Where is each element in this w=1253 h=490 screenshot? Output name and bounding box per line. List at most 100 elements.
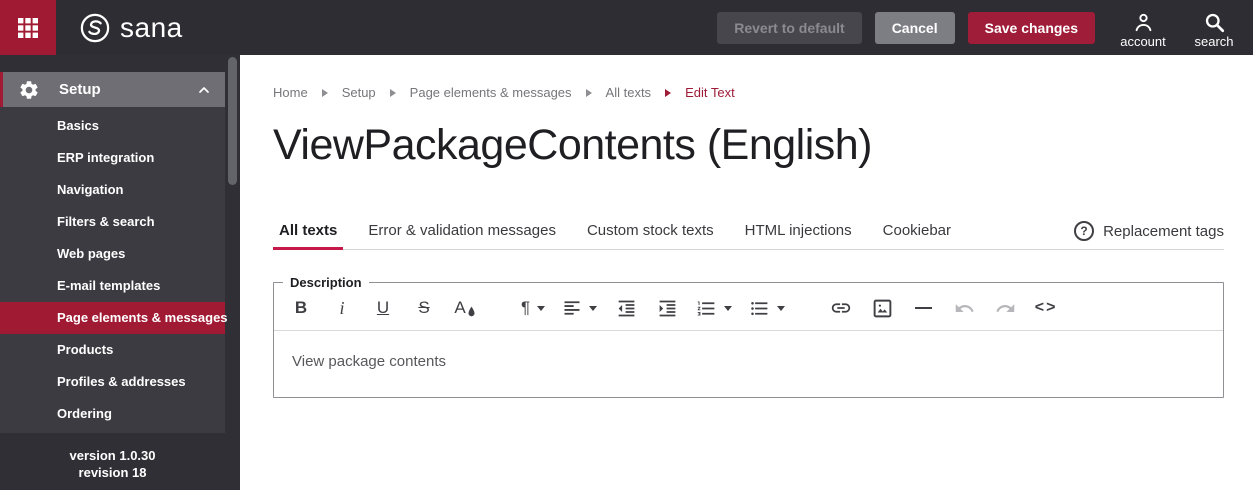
chevron-up-icon [196,82,212,98]
sidebar-item-basics[interactable]: Basics [0,110,225,142]
page-title: ViewPackageContents (English) [273,121,873,169]
ordered-list-icon [697,301,715,315]
breadcrumb-arrow-icon [389,88,396,97]
dropdown-caret-icon [589,305,598,311]
sidebar-section-setup[interactable]: Setup [0,72,225,107]
sidebar-item-filters-search[interactable]: Filters & search [0,206,225,238]
indent-icon [659,300,676,316]
horizontal-line-button[interactable] [911,295,935,321]
italic-button[interactable]: i [330,295,354,321]
font-color-button[interactable]: A [453,295,477,321]
code-view-button[interactable]: <> [1034,295,1058,321]
replacement-tags-label: Replacement tags [1103,222,1224,240]
breadcrumb-page-elements[interactable]: Page elements & messages [410,85,572,100]
redo-icon [995,303,1014,312]
version-info: version 1.0.30 revision 18 [0,433,225,481]
insert-image-button[interactable] [870,295,894,321]
underline-icon: U [376,298,390,317]
ordered-list-button[interactable] [696,295,733,321]
cancel-button[interactable]: Cancel [874,11,955,44]
revert-to-default-button[interactable]: Revert to default [717,11,862,44]
redo-button[interactable] [993,295,1017,321]
dropdown-caret-icon [537,305,546,311]
breadcrumb: Home Setup Page elements & messages All … [273,85,1224,100]
account-label: account [1120,33,1166,49]
tab-error-validation-messages[interactable]: Error & validation messages [362,222,562,250]
sana-circle-s-icon [80,13,110,42]
breadcrumb-current: Edit Text [685,85,735,100]
editor-toolbar: B i U S A ¶ <> [274,290,1223,330]
main-content: Home Setup Page elements & messages All … [240,55,1253,490]
account-menu[interactable]: account [1114,7,1172,49]
breadcrumb-arrow-icon-active [665,88,672,97]
replacement-tags-link[interactable]: ? Replacement tags [1074,221,1224,250]
unordered-list-button[interactable] [749,295,786,321]
droplet-icon [468,306,475,316]
image-icon [873,299,891,317]
app-grid-button[interactable] [0,0,56,55]
dropdown-caret-icon [724,305,733,311]
sidebar-nav: Basics ERP integration Navigation Filter… [0,107,228,433]
strikethrough-icon: S [418,298,430,317]
undo-button[interactable] [952,295,976,321]
font-color-icon: A [454,298,466,317]
align-left-icon [564,301,580,315]
sidebar-item-profiles-addresses[interactable]: Profiles & addresses [0,366,225,398]
sidebar-item-products[interactable]: Products [0,334,225,366]
topbar-actions: Revert to default Cancel Save changes ac… [717,7,1243,49]
code-icon: <> [1034,299,1058,316]
sidebar-item-web-pages[interactable]: Web pages [0,238,225,270]
paragraph-icon: ¶ [521,298,531,317]
horizontal-line-icon [914,307,932,309]
grid-icon [18,17,38,38]
description-editor: Description B i U S A ¶ <> View package … [273,275,1224,398]
gear-icon [18,79,40,101]
breadcrumb-home[interactable]: Home [273,85,308,100]
bold-button[interactable]: B [289,295,313,321]
italic-icon: i [339,297,345,318]
unordered-list-icon [751,301,768,315]
tab-cookiebar[interactable]: Cookiebar [877,222,957,250]
sana-logo[interactable]: sana [79,12,183,44]
version-number: version 1.0.30 [69,448,156,463]
tab-custom-stock-texts[interactable]: Custom stock texts [581,222,720,250]
breadcrumb-arrow-icon [585,88,592,97]
description-text-area[interactable]: View package contents [274,331,1223,397]
outdent-icon [618,300,635,316]
sidebar: Setup Basics ERP integration Navigation … [0,55,240,490]
sidebar-item-navigation[interactable]: Navigation [0,174,225,206]
insert-link-button[interactable] [829,295,853,321]
search-label: search [1194,33,1234,49]
sidebar-section-label: Setup [59,81,101,98]
save-changes-button[interactable]: Save changes [967,11,1095,44]
top-bar: sana Revert to default Cancel Save chang… [0,0,1253,55]
indent-button[interactable] [655,295,679,321]
tab-bar: All texts Error & validation messages Cu… [273,212,1224,250]
sidebar-item-erp-integration[interactable]: ERP integration [0,142,225,174]
account-icon [1135,13,1151,31]
paragraph-format-button[interactable]: ¶ [521,295,546,321]
tab-all-texts[interactable]: All texts [273,222,344,250]
sidebar-item-ordering[interactable]: Ordering [0,398,225,430]
sidebar-scrollbar-thumb[interactable] [228,57,237,185]
help-icon: ? [1074,221,1095,241]
align-button[interactable] [562,295,598,321]
breadcrumb-arrow-icon [321,88,328,97]
breadcrumb-setup[interactable]: Setup [342,85,376,100]
underline-button[interactable]: U [371,295,395,321]
tab-html-injections[interactable]: HTML injections [739,222,858,250]
dropdown-caret-icon [777,305,786,311]
sidebar-item-page-elements-messages[interactable]: Page elements & messages [0,302,228,334]
breadcrumb-all-texts[interactable]: All texts [606,85,652,100]
strikethrough-button[interactable]: S [412,295,436,321]
undo-icon [955,303,974,312]
revision-number: revision 18 [78,465,147,480]
search-menu[interactable]: search [1185,7,1243,49]
outdent-button[interactable] [614,295,638,321]
bold-icon: B [294,298,308,317]
brand-name: sana [120,11,183,43]
search-icon [1205,13,1224,32]
sidebar-item-email-templates[interactable]: E-mail templates [0,270,225,302]
link-icon [831,303,851,313]
description-legend: Description [290,275,362,290]
